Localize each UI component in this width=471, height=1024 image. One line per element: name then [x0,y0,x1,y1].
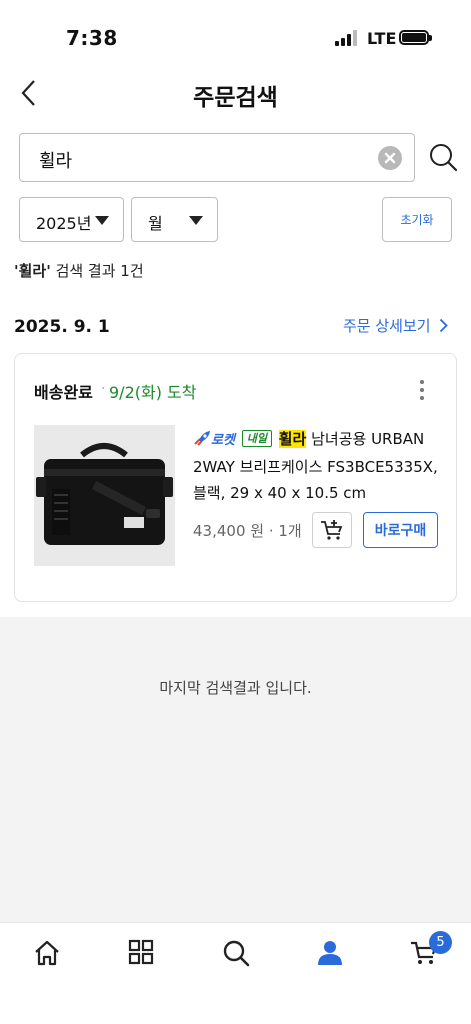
product-price: 43,400 원 [193,522,265,540]
caret-down-icon [189,216,203,225]
search-input-value[interactable]: 휠라 [39,147,72,173]
naeil-badge: 내일 [241,430,272,447]
rocket-label: 로켓 [211,433,235,448]
home-icon [35,940,59,966]
search-icon [223,940,250,967]
caret-down-icon [95,216,109,225]
tab-search[interactable] [222,939,252,969]
tab-my-account[interactable] [316,939,346,969]
delivery-status: 배송완료 [34,383,93,402]
buy-now-button[interactable]: 바로구매 [363,512,438,548]
clear-search-button[interactable] [378,146,402,170]
person-icon [318,941,342,965]
more-options-button[interactable] [418,380,426,402]
reset-button[interactable]: 초기화 [382,197,452,242]
battery-icon [399,30,432,45]
bottom-tab-bar [0,922,471,1024]
brand-highlight: 휠라 [278,430,307,448]
year-select-value: 2025년 [36,214,92,233]
product-image[interactable] [34,425,175,566]
delivery-date: 9/2(화) 도착 [109,383,197,402]
close-icon [384,152,396,164]
result-keyword: '휠라' [14,262,51,280]
price-line: 43,400 원 · 1개 [193,520,302,541]
results-end-area: 마지막 검색결과 입니다. [0,617,471,922]
end-message: 마지막 검색결과 입니다. [159,679,312,697]
product-title[interactable]: 로켓 내일 휠라 남녀공용 URBAN 2WAY 브리프케이스 FS3BCE53… [193,426,451,506]
product-quantity: 1개 [278,522,302,540]
chevron-right-icon [439,318,448,333]
search-icon [430,144,458,172]
result-count-text: 검색 결과 1건 [50,262,144,280]
signal-icon [335,30,359,46]
cart-plus-icon [321,520,343,540]
status-bar: 7:38 LTE [0,0,471,70]
grid-icon [128,939,154,965]
tab-home[interactable] [33,939,63,969]
nav-header: 주문검색 [0,70,471,116]
tab-categories[interactable] [128,939,158,969]
rocket-icon [193,426,211,452]
search-button[interactable] [428,142,458,172]
page-title: 주문검색 [193,85,278,111]
status-time: 7:38 [66,26,118,50]
order-date: 2025. 9. 1 [14,317,110,337]
separator: · [101,381,106,397]
cart-count-badge: 5 [429,931,452,954]
month-select[interactable]: 월 [131,197,218,242]
price-separator: · [264,522,279,540]
order-detail-link-label[interactable]: 주문 상세보기 [343,315,431,336]
network-label: LTE [367,29,397,48]
search-input[interactable]: 휠라 [19,133,415,182]
result-summary: '휠라' 검색 결과 1건 [14,260,144,281]
order-card: 배송완료 · 9/2(화) 도착 로켓 내일 휠라 남녀공용 URBAN 2WA… [14,353,457,602]
order-detail-link[interactable]: 주문 상세보기 [343,315,448,336]
add-to-cart-button[interactable] [312,512,352,548]
year-select[interactable]: 2025년 [19,197,124,242]
month-select-value: 월 [148,214,163,233]
briefcase-image [34,425,175,566]
